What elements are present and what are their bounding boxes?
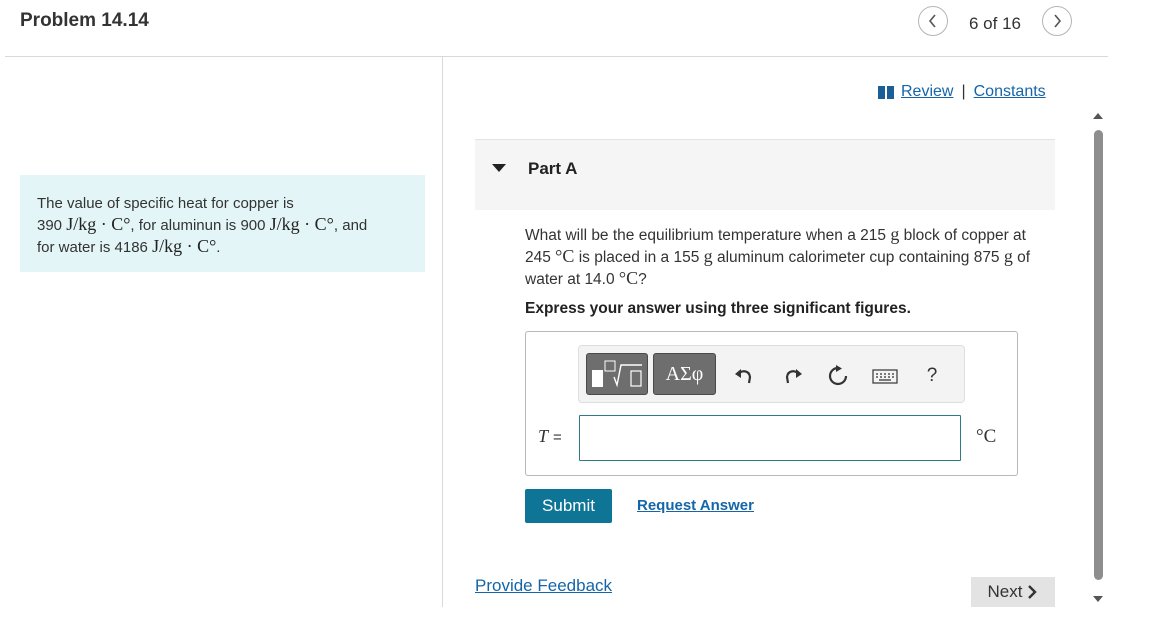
keyboard-icon[interactable] [872, 364, 898, 388]
question-text-fragment: is placed in a 155 [574, 249, 704, 266]
collapse-triangle-icon[interactable] [492, 164, 506, 172]
reset-icon[interactable] [826, 364, 850, 388]
resource-links: Review | Constants [878, 83, 1046, 101]
info-text: , for aluminun is 900 [130, 217, 266, 234]
previous-problem-button[interactable] [918, 6, 948, 36]
question-unit: °C [618, 268, 639, 288]
help-button[interactable]: ? [920, 364, 944, 388]
answer-instruction: Express your answer using three signific… [525, 300, 911, 317]
answer-variable: T [538, 426, 549, 446]
next-problem-button[interactable] [1042, 6, 1072, 36]
scroll-up-arrow-icon[interactable] [1093, 113, 1103, 119]
part-label: Part A [528, 159, 578, 178]
review-link[interactable]: Review [901, 83, 953, 101]
chevron-left-icon [928, 14, 936, 28]
info-text: . [216, 239, 221, 256]
submit-button[interactable]: Submit [525, 489, 612, 523]
answer-input[interactable] [579, 415, 961, 461]
chevron-right-icon [1054, 14, 1062, 28]
info-text: for water is 4186 [37, 239, 148, 256]
header-divider [5, 56, 1108, 57]
scroll-down-arrow-icon[interactable] [1093, 596, 1103, 602]
info-unit: J/kg · C° [269, 214, 334, 234]
answer-equals: = [553, 429, 562, 446]
problem-pager: 6 of 16 [969, 14, 1021, 33]
question-text-fragment: ? [638, 271, 647, 288]
next-button[interactable]: Next [971, 577, 1055, 607]
question-unit: °C [555, 246, 575, 266]
request-answer-link[interactable]: Request Answer [637, 497, 754, 514]
constants-link[interactable]: Constants [974, 83, 1046, 101]
problem-title: Problem 14.14 [20, 10, 149, 31]
answer-unit: °C [976, 426, 997, 447]
question-text-fragment: What will be the equilibrium temperature… [525, 227, 891, 244]
templates-button[interactable] [586, 353, 648, 395]
provide-feedback-link[interactable]: Provide Feedback [475, 576, 612, 596]
undo-icon[interactable] [732, 364, 756, 388]
book-icon [878, 85, 895, 99]
question-text: What will be the equilibrium temperature… [525, 224, 1055, 290]
link-separator: | [961, 83, 966, 100]
info-unit: J/kg · C° [152, 236, 217, 256]
templates-icon [592, 360, 642, 388]
panel-divider [442, 57, 443, 607]
answer-variable-label: T = [538, 426, 562, 447]
next-button-label: Next [987, 582, 1023, 601]
scrollbar-thumb[interactable] [1094, 130, 1103, 580]
question-text-fragment: aluminum calorimeter cup containing 875 [712, 249, 1004, 266]
question-unit: g [1003, 246, 1013, 266]
redo-icon[interactable] [781, 364, 805, 388]
question-unit: g [703, 246, 713, 266]
chevron-right-icon [1028, 585, 1038, 599]
greek-symbols-button[interactable]: ΑΣφ [653, 353, 716, 395]
info-text: , and [333, 217, 368, 234]
question-unit: g [890, 224, 900, 244]
info-text: The value of specific heat for copper is [37, 195, 294, 212]
problem-info-box: The value of specific heat for copper is… [20, 175, 425, 272]
info-unit: J/kg · C° [66, 214, 131, 234]
info-value: 390 [37, 217, 63, 234]
